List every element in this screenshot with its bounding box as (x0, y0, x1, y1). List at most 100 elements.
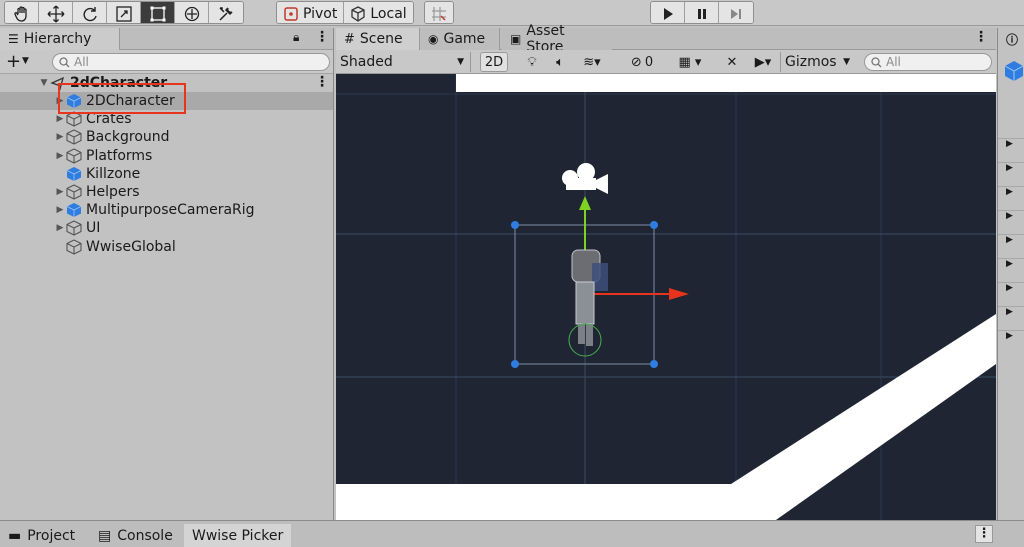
2d-label: 2D (484, 54, 504, 70)
scene-viewport[interactable] (336, 74, 996, 520)
tab-asset-store[interactable]: ▣ Asset Store (502, 23, 612, 55)
tools-toggle[interactable]: ✕ (718, 52, 746, 72)
pivot-mode-group: Pivot Local (276, 1, 414, 24)
expand-arrow-icon[interactable]: ▼ (38, 78, 50, 88)
character-sprite[interactable] (568, 249, 608, 357)
top-platform-sprite[interactable] (456, 74, 996, 92)
expand-arrow-icon[interactable]: ▶ (54, 114, 66, 124)
folder-icon: ▬ (8, 528, 22, 544)
component-row-8[interactable]: ▶ (998, 306, 1024, 330)
hidden-count: 0 (644, 54, 654, 70)
y-axis-arrow-icon[interactable] (579, 196, 591, 210)
add-dropdown-icon[interactable]: ▼ (22, 56, 29, 66)
hierarchy-item[interactable]: ▶ Platforms (0, 147, 333, 165)
grid-snap-icon (432, 6, 446, 21)
hierarchy-item[interactable]: ▶ Background (0, 128, 333, 146)
info-icon[interactable]: ⓘ (998, 28, 1024, 50)
expand-arrow-icon[interactable]: ▶ (54, 223, 66, 233)
lighting-toggle[interactable]: 💡︎ (520, 52, 544, 72)
audio-toggle[interactable]: 🔈︎ (548, 52, 572, 72)
hand-tool-button[interactable] (5, 2, 39, 23)
grid-snapping-dropdown[interactable]: ▦ ▾ (666, 52, 714, 72)
hierarchy-item-label: Helpers (86, 184, 140, 200)
hierarchy-search-input[interactable]: All (52, 53, 330, 71)
expand-arrow-icon[interactable]: ▶ (54, 205, 66, 215)
scene-canvas[interactable] (336, 74, 996, 520)
hidden-objects-toggle[interactable]: ⊘ 0 (622, 52, 662, 72)
add-object-button[interactable]: + (6, 51, 21, 72)
component-row-7[interactable]: ▶ (998, 282, 1024, 306)
scene-menu-icon[interactable]: ⋮ (315, 74, 329, 90)
scene-search-input[interactable]: All (864, 53, 992, 71)
rect-transform-icon (150, 6, 165, 21)
pivot-icon (284, 6, 298, 21)
rotate-icon (83, 6, 97, 21)
tab-project[interactable]: ▬ Project (0, 524, 83, 547)
tab-scene[interactable]: # Scene (336, 28, 420, 50)
component-row-9[interactable]: ▶ (998, 330, 1024, 354)
component-row-3[interactable]: ▶ (998, 186, 1024, 210)
tab-game[interactable]: ◉ Game (420, 28, 500, 50)
wwise-picker-tab-label: Wwise Picker (192, 528, 284, 544)
hierarchy-item[interactable]: ▶ MultipurposeCameraRig (0, 201, 333, 219)
rect-handle-top-left[interactable] (511, 221, 519, 229)
custom-tool-button[interactable] (209, 2, 243, 23)
move-tool-button[interactable] (39, 2, 73, 23)
pivot-toggle[interactable]: Pivot (277, 2, 345, 23)
rect-handle-bottom-left[interactable] (511, 360, 519, 368)
camera-icon: ▶▾ (754, 54, 772, 70)
tab-console[interactable]: ▤ Console (90, 524, 181, 547)
transform-tool-button[interactable] (175, 2, 209, 23)
rect-tool-button[interactable] (141, 2, 175, 23)
hierarchy-item[interactable]: ▶ UI (0, 219, 333, 237)
expand-arrow-icon[interactable]: ▶ (54, 132, 66, 142)
component-row-6[interactable]: ▶ (998, 258, 1024, 282)
hierarchy-item-label: MultipurposeCameraRig (86, 202, 255, 219)
effects-dropdown[interactable]: ≋▾ (576, 52, 608, 72)
grid-snap-button[interactable] (425, 2, 453, 23)
component-row-1[interactable]: ▶ (998, 138, 1024, 162)
panel-menu-icon[interactable]: ⋮ (315, 29, 329, 45)
camera-gizmo-icon[interactable] (562, 163, 608, 194)
rect-handle-top-right[interactable] (650, 221, 658, 229)
play-button[interactable] (651, 2, 685, 23)
component-row-4[interactable]: ▶ (998, 210, 1024, 234)
x-axis-arrow-icon[interactable] (669, 288, 689, 300)
tab-wwise-picker[interactable]: Wwise Picker (184, 524, 292, 547)
floor-platform-sprite[interactable] (336, 484, 736, 520)
lock-icon[interactable]: 🔒︎ (293, 30, 299, 45)
2d-mode-toggle[interactable]: 2D (480, 52, 508, 72)
main-toolbar: Pivot Local (0, 0, 1024, 26)
store-bag-icon: ▣ (510, 32, 522, 46)
console-tab-label: Console (117, 528, 173, 544)
scene-toolbar: Shaded ▼ 2D 💡︎ 🔈︎ ≋▾ ⊘ 0 ▦ ▾ ✕ ▶▾ Gizmos… (336, 50, 996, 74)
hierarchy-toolbar: + ▼ All (0, 50, 333, 74)
pause-button[interactable] (685, 2, 719, 23)
shading-label: Shaded (340, 54, 393, 70)
local-toggle[interactable]: Local (344, 2, 413, 23)
hierarchy-item[interactable]: WwiseGlobal (0, 238, 333, 256)
bottom-panel-menu-icon[interactable]: ⋮ (975, 525, 993, 543)
hierarchy-item[interactable]: Killzone (0, 165, 333, 183)
inspector-panel: ⓘ ▶ ▶ ▶ ▶ ▶ ▶ ▶ ▶ ▶ (997, 28, 1024, 520)
shading-mode-dropdown[interactable]: Shaded ▼ (336, 52, 471, 72)
outline-cube-icon (66, 147, 82, 164)
ramp-platform-sprite[interactable] (731, 314, 996, 520)
rect-handle-bottom-right[interactable] (650, 360, 658, 368)
expand-arrow-icon[interactable]: ▶ (54, 151, 66, 161)
scene-panel-menu-icon[interactable]: ⋮ (974, 29, 988, 45)
camera-dropdown[interactable]: ▶▾ (748, 52, 778, 72)
hierarchy-tab-label: Hierarchy (23, 31, 92, 47)
hierarchy-tabbar: ☰ Hierarchy 🔒︎ ⋮ (0, 28, 333, 50)
step-button[interactable] (719, 2, 753, 23)
playback-group (650, 1, 754, 24)
gizmos-dropdown[interactable]: Gizmos ▼ (780, 52, 854, 72)
hierarchy-item[interactable]: ▶ Helpers (0, 183, 333, 201)
component-row-2[interactable]: ▶ (998, 162, 1024, 186)
component-row-5[interactable]: ▶ (998, 234, 1024, 258)
rotate-tool-button[interactable] (73, 2, 107, 23)
tab-hierarchy[interactable]: ☰ Hierarchy (0, 28, 120, 50)
local-cube-icon (351, 5, 366, 22)
scale-tool-button[interactable] (107, 2, 141, 23)
expand-arrow-icon[interactable]: ▶ (54, 187, 66, 197)
